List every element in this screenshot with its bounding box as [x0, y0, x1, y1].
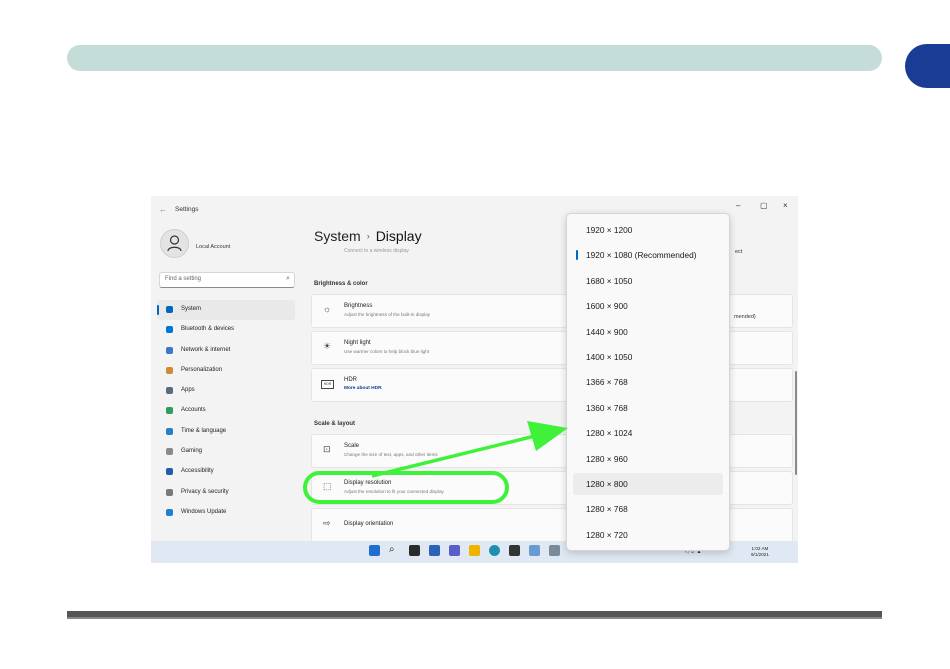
arrow-head	[527, 421, 568, 451]
page-footer-rule	[67, 611, 882, 619]
annotation-arrow	[371, 421, 568, 478]
arrow-shaft	[371, 434, 536, 478]
